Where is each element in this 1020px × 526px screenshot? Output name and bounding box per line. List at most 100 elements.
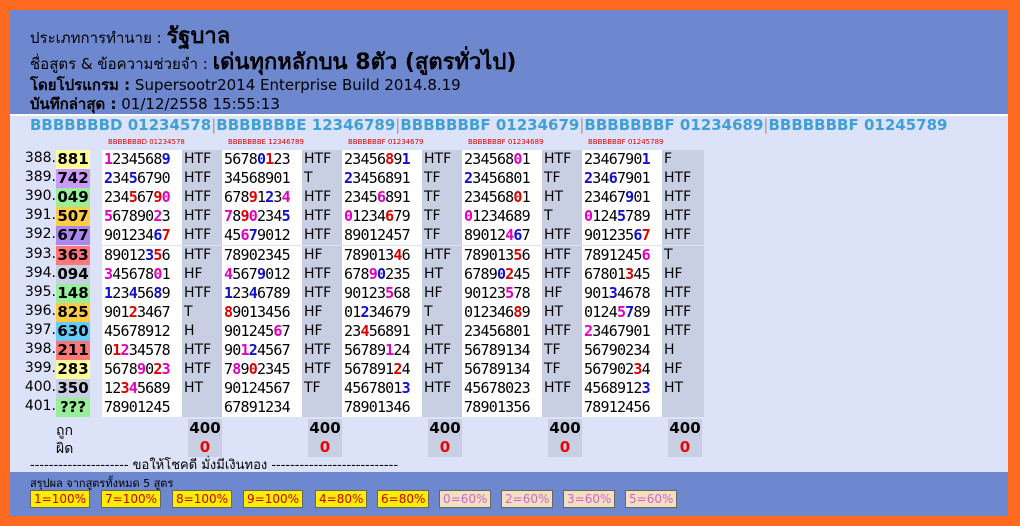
digit: 8 — [488, 341, 498, 359]
digit: 6 — [376, 188, 386, 207]
predicted-digits: 23456801 — [462, 169, 542, 189]
digit: 9 — [161, 150, 171, 168]
draw-number: 394. — [24, 264, 56, 281]
predicted-digits: 89012356 — [102, 245, 182, 265]
predicted-digits: 56789134 — [462, 341, 542, 360]
digit: 7 — [600, 341, 609, 359]
predicted-digits: 01234689 — [462, 302, 542, 322]
digit: 2 — [464, 321, 473, 340]
column-header: BBBBBBBF 01234689 — [468, 138, 544, 146]
match-tag: TF — [302, 379, 344, 399]
digit: 3 — [488, 302, 498, 321]
digit: 6 — [496, 188, 506, 207]
digit: 3 — [104, 264, 113, 283]
predicted-digits: 01234679 — [342, 302, 422, 322]
digit: 2 — [584, 150, 593, 168]
digit: 3 — [136, 226, 146, 245]
digit: 5 — [488, 188, 498, 207]
digit: 6 — [608, 321, 618, 340]
digit: 4 — [128, 150, 138, 168]
digit: 8 — [633, 302, 642, 321]
digit: 6 — [136, 188, 146, 207]
digit: 1 — [240, 379, 249, 398]
digit: 9 — [393, 321, 402, 340]
draw-result: 094 — [56, 264, 90, 284]
digit: 4 — [281, 398, 291, 417]
digit: 3 — [281, 150, 291, 168]
digit: 9 — [480, 398, 489, 417]
predicted-digits: 67891234 — [222, 398, 302, 418]
digit: 2 — [153, 207, 162, 226]
digit: 6 — [496, 321, 506, 340]
digit: 1 — [153, 321, 162, 340]
digit: 8 — [608, 379, 618, 398]
digit: 9 — [401, 207, 411, 226]
predicted-digits: 90124567 — [222, 341, 302, 360]
digit: 2 — [344, 321, 353, 340]
digit: 8 — [128, 207, 138, 226]
digit: 0 — [513, 150, 522, 168]
digit: 2 — [248, 379, 258, 398]
summary-percent-badge: 2=60% — [501, 490, 554, 508]
digit: 5 — [273, 302, 282, 321]
digit: 0 — [161, 169, 171, 188]
match-tag: TF — [422, 169, 464, 189]
predicted-digits: 23467901 — [582, 321, 662, 341]
digit: 6 — [273, 341, 282, 359]
digit: 4 — [513, 264, 522, 283]
predicted-digits: 89013456 — [222, 302, 302, 322]
digit: 2 — [256, 207, 266, 226]
predicted-digits: 90123568 — [342, 283, 422, 303]
digit: 0 — [584, 302, 593, 321]
predicted-digits: 90123567 — [582, 226, 662, 246]
match-tag: HTF — [542, 226, 584, 246]
digit: 5 — [128, 169, 138, 188]
digit: 6 — [240, 264, 249, 283]
digit: 3 — [633, 341, 642, 359]
digit: 1 — [120, 226, 129, 245]
digit: 0 — [616, 341, 626, 359]
digit: 6 — [240, 226, 249, 245]
predicted-digits: 23456891 — [342, 150, 422, 169]
match-tag: HTF — [302, 226, 344, 246]
digit: 1 — [104, 283, 113, 302]
digit: 0 — [128, 398, 138, 417]
digit: 6 — [513, 226, 522, 245]
digit: 4 — [608, 302, 618, 321]
predicted-digits: 01234679 — [342, 207, 422, 227]
digit: 4 — [521, 341, 531, 359]
digit: 6 — [521, 245, 531, 264]
match-tag: T — [662, 245, 704, 265]
digit: 4 — [376, 302, 386, 321]
digit: 2 — [600, 207, 609, 226]
digit: 0 — [248, 360, 258, 379]
digit: 7 — [633, 283, 642, 302]
digit: 3 — [633, 360, 642, 379]
predicted-digits: 23456801 — [462, 188, 542, 208]
digit: 1 — [224, 283, 233, 302]
digit: 9 — [360, 245, 369, 264]
digit: 9 — [344, 283, 353, 302]
digit: 5 — [281, 207, 291, 226]
digit: 9 — [136, 360, 146, 379]
digit: 9 — [393, 169, 402, 188]
digit: 4 — [401, 341, 411, 359]
predicted-digits: 23456891 — [342, 321, 422, 341]
digit: 2 — [360, 207, 369, 226]
correct-count: 400 — [429, 419, 461, 438]
digit: 0 — [256, 150, 266, 168]
wrong-count: 0 — [679, 438, 691, 457]
match-tag: HTF — [662, 188, 704, 208]
draw-number: 396. — [24, 302, 56, 319]
digit: 1 — [273, 264, 282, 283]
digit: 6 — [153, 226, 162, 245]
match-tag: TF — [542, 169, 584, 189]
digit: 3 — [401, 379, 411, 398]
match-tag: HTF — [542, 321, 584, 341]
digit: 5 — [161, 398, 171, 417]
digit: 0 — [368, 398, 378, 417]
digit: 4 — [600, 321, 609, 340]
digit: 5 — [513, 398, 522, 417]
correct-count: 400 — [309, 419, 341, 438]
digit: 1 — [641, 321, 651, 340]
